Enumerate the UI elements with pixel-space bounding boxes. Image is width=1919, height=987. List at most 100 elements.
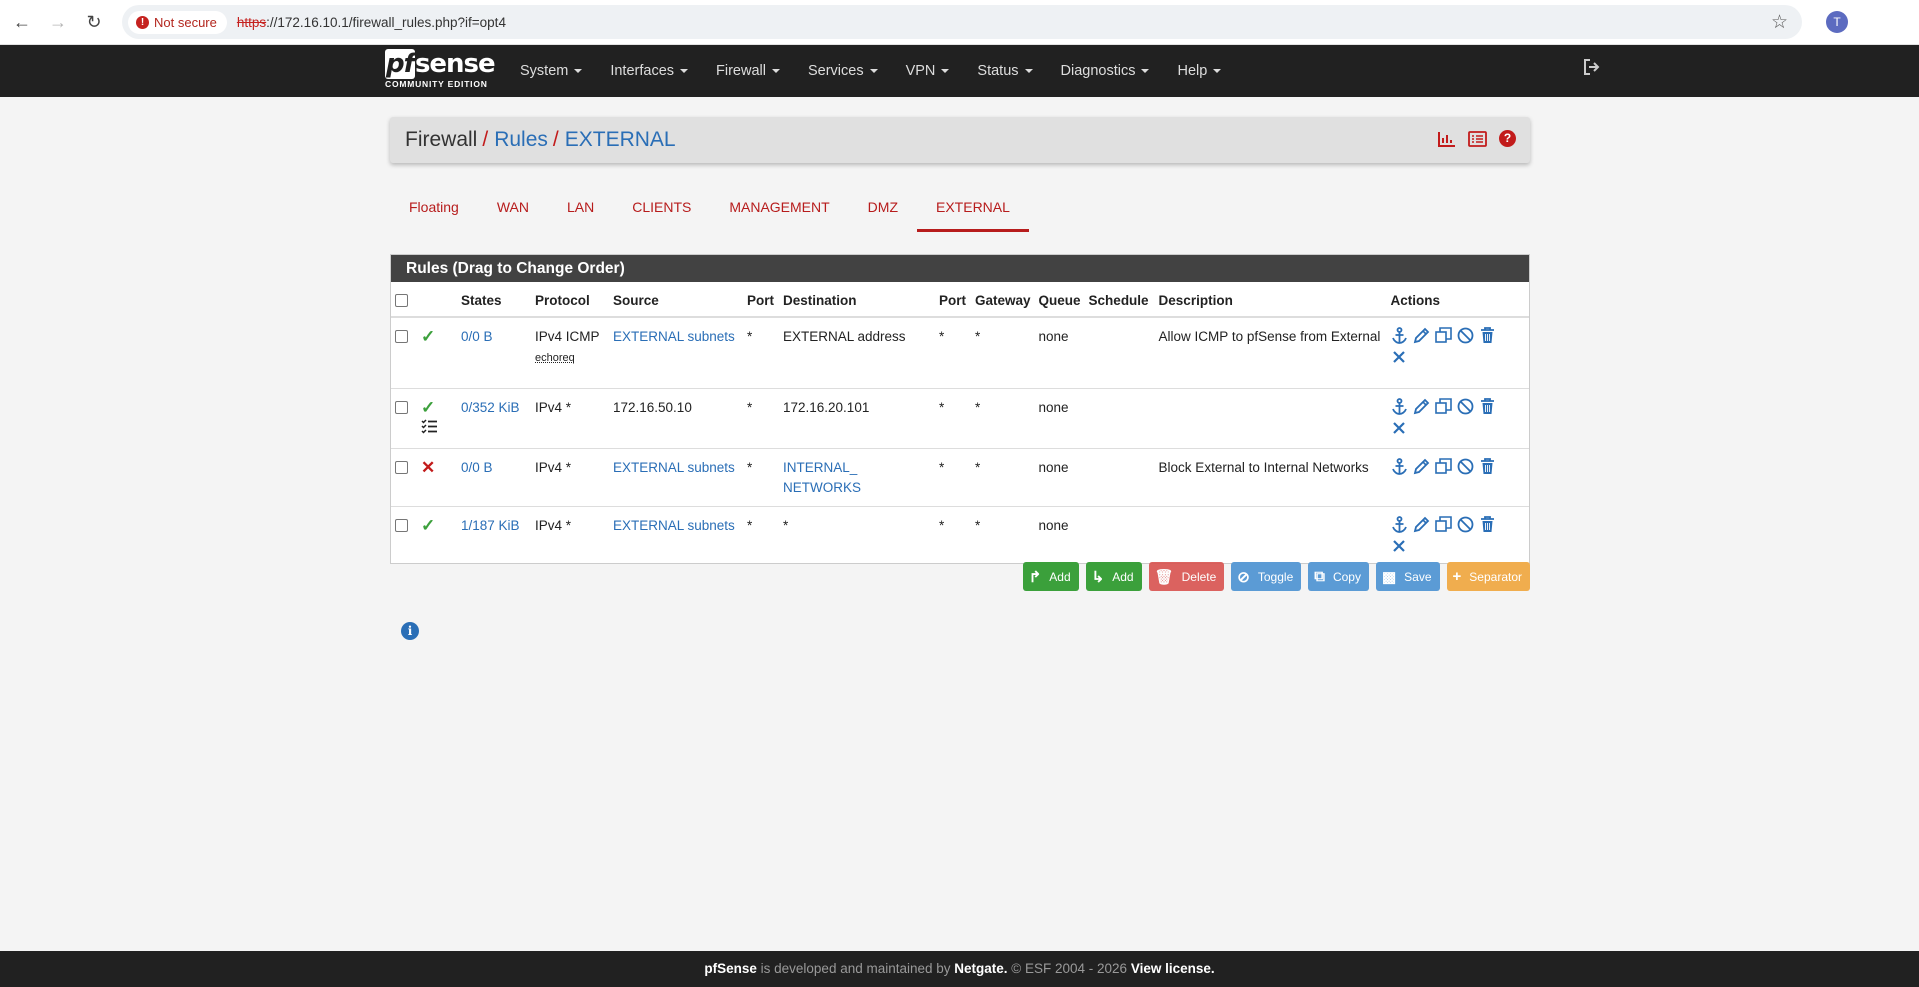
tab-floating[interactable]: Floating: [390, 188, 478, 232]
row-checkbox[interactable]: [395, 330, 408, 343]
footer-text: is developed and maintained by: [756, 961, 955, 976]
edit-pencil-icon[interactable]: [1413, 398, 1430, 415]
pass-check-icon[interactable]: ✓: [421, 327, 435, 346]
copy-rule-icon[interactable]: [1434, 397, 1452, 415]
menu-services[interactable]: Services: [794, 45, 892, 97]
table-row[interactable]: ✓ 0/0 B IPv4 ICMP echoreq EXTERNAL subnet…: [391, 316, 1529, 388]
url-text[interactable]: https://172.16.10.1/firewall_rules.php?i…: [237, 15, 506, 30]
copy-rule-icon[interactable]: [1434, 457, 1452, 475]
menu-system[interactable]: System: [506, 45, 596, 97]
breadcrumb-rules[interactable]: Rules: [494, 128, 548, 152]
tab-lan[interactable]: LAN: [548, 188, 613, 232]
states-link[interactable]: 0/0 B: [461, 460, 493, 475]
table-row[interactable]: ✓ 0/352 KiB IPv4 * 172.16.50.10 * 172.16…: [391, 387, 1529, 448]
menu-interfaces[interactable]: Interfaces: [596, 45, 702, 97]
anchor-icon[interactable]: [1391, 397, 1408, 415]
breadcrumb-external[interactable]: EXTERNAL: [565, 128, 676, 152]
pass-check-icon[interactable]: ✓: [421, 398, 435, 417]
footer-company-link[interactable]: Netgate.: [954, 961, 1007, 976]
schedule-list-icon[interactable]: [421, 418, 438, 437]
gateway-cell: *: [971, 316, 1035, 388]
add-bottom-button[interactable]: ↳ Add: [1085, 562, 1142, 591]
status-graph-icon[interactable]: [1438, 131, 1456, 147]
system-log-icon[interactable]: [1468, 130, 1487, 147]
delete-trash-icon[interactable]: [1479, 515, 1496, 533]
anchor-icon[interactable]: [1391, 457, 1408, 475]
edit-pencil-icon[interactable]: [1413, 458, 1430, 475]
footer-copyright: © ESF 2004 - 2026: [1007, 961, 1131, 976]
states-link[interactable]: 0/0 B: [461, 329, 493, 344]
remove-x-icon[interactable]: [1391, 420, 1408, 437]
forward-icon[interactable]: →: [44, 8, 72, 36]
toggle-button[interactable]: ⊘ Toggle: [1231, 562, 1302, 591]
table-row[interactable]: ✓ 1/187 KiB IPv4 * EXTERNAL subnets * * …: [391, 505, 1529, 563]
source-port-cell: *: [743, 387, 779, 448]
table-row[interactable]: ✕ 0/0 B IPv4 * EXTERNAL subnets * INTERN…: [391, 447, 1529, 506]
pfsense-logo[interactable]: pfsense COMMUNITY EDITION: [385, 49, 496, 89]
destination-link[interactable]: INTERNAL_ NETWORKS: [783, 460, 861, 495]
row-checkbox[interactable]: [395, 518, 408, 532]
delete-trash-icon[interactable]: [1479, 457, 1496, 475]
address-bar[interactable]: ! Not secure https://172.16.10.1/firewal…: [122, 5, 1802, 39]
block-x-icon[interactable]: ✕: [421, 458, 435, 477]
help-icon[interactable]: ?: [1499, 130, 1516, 147]
save-button[interactable]: ▩ Save: [1375, 562, 1440, 591]
dest-port-cell: *: [935, 447, 971, 506]
menu-firewall[interactable]: Firewall: [702, 45, 794, 97]
add-top-button[interactable]: ↱ Add: [1022, 562, 1079, 591]
tab-management[interactable]: MANAGEMENT: [710, 188, 848, 232]
rule-action-buttons: ↱ Add ↳ Add 🗑 Delete ⊘ Toggle ⧉ Copy ▩ Save + S…: [1022, 562, 1530, 591]
pass-check-icon[interactable]: ✓: [421, 516, 435, 535]
copy-rule-icon[interactable]: [1434, 515, 1452, 533]
states-link[interactable]: 1/187 KiB: [461, 518, 520, 533]
edit-pencil-icon[interactable]: [1413, 516, 1430, 533]
profile-avatar[interactable]: T: [1826, 11, 1848, 33]
footer-license-link[interactable]: View license.: [1131, 961, 1215, 976]
logout-icon[interactable]: [1583, 59, 1601, 80]
description-cell: [1154, 505, 1387, 563]
info-icon[interactable]: i: [401, 622, 419, 640]
menu-help[interactable]: Help: [1163, 45, 1235, 97]
description-cell: Allow ICMP to pfSense from External: [1154, 316, 1387, 388]
edit-pencil-icon[interactable]: [1413, 327, 1430, 344]
disable-ban-icon[interactable]: [1457, 327, 1474, 344]
disable-ban-icon[interactable]: [1457, 516, 1474, 533]
delete-trash-icon[interactable]: [1479, 327, 1496, 344]
source-link[interactable]: EXTERNAL subnets: [613, 460, 735, 475]
tab-wan[interactable]: WAN: [478, 188, 548, 232]
copy-rule-icon[interactable]: [1434, 327, 1452, 344]
separator-button[interactable]: + Separator: [1446, 562, 1530, 591]
remove-x-icon[interactable]: [1391, 349, 1408, 366]
source-link[interactable]: EXTERNAL subnets: [613, 329, 735, 344]
source-link[interactable]: EXTERNAL subnets: [613, 518, 735, 533]
select-all-checkbox[interactable]: [395, 294, 408, 307]
disable-ban-icon[interactable]: [1457, 398, 1474, 415]
schedule-cell: [1084, 447, 1155, 506]
delete-trash-icon[interactable]: [1479, 397, 1496, 415]
remove-x-icon[interactable]: [1391, 538, 1408, 555]
reload-icon[interactable]: ↻: [80, 8, 108, 36]
row-checkbox[interactable]: [395, 400, 408, 414]
menu-vpn[interactable]: VPN: [892, 45, 964, 97]
tab-dmz[interactable]: DMZ: [849, 188, 917, 232]
dest-port-cell: *: [935, 387, 971, 448]
save-label: Save: [1404, 569, 1432, 584]
tab-external[interactable]: EXTERNAL: [917, 188, 1029, 232]
bookmark-star-icon[interactable]: ☆: [1771, 11, 1788, 34]
tab-clients[interactable]: CLIENTS: [613, 188, 710, 232]
anchor-icon[interactable]: [1391, 515, 1408, 533]
states-link[interactable]: 0/352 KiB: [461, 400, 520, 415]
copy-button[interactable]: ⧉ Copy: [1308, 562, 1369, 591]
back-icon[interactable]: ←: [8, 8, 36, 36]
disable-ban-icon[interactable]: [1457, 458, 1474, 475]
anchor-icon[interactable]: [1391, 327, 1408, 344]
copy-icon: ⧉: [1314, 568, 1325, 585]
delete-button[interactable]: 🗑 Delete: [1148, 562, 1225, 591]
security-chip[interactable]: ! Not secure: [128, 10, 227, 34]
menu-status[interactable]: Status: [963, 45, 1046, 97]
row-actions: [1391, 457, 1499, 475]
menu-diagnostics[interactable]: Diagnostics: [1047, 45, 1164, 97]
row-checkbox[interactable]: [395, 460, 408, 474]
logo-subtitle: COMMUNITY EDITION: [385, 79, 488, 89]
browser-toolbar: ← → ↻ ! Not secure https://172.16.10.1/f…: [0, 0, 1919, 45]
